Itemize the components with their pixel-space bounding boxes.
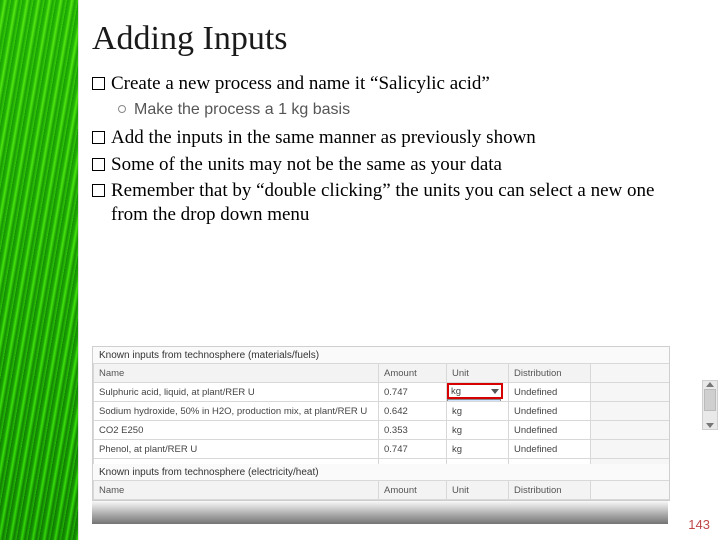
table-row[interactable]: Sulphuric acid, liquid, at plant/RER U 0…: [94, 383, 669, 402]
square-bullet-icon: [92, 184, 105, 197]
bullet-1-text: Create a new process and name it “Salicy…: [111, 72, 692, 96]
inputs-grid-section-2: Known inputs from technosphere (electric…: [92, 464, 670, 501]
cell-dist[interactable]: Undefined: [509, 421, 591, 440]
cell-dist[interactable]: Undefined: [509, 383, 591, 402]
cell-dist[interactable]: Undefined: [509, 440, 591, 459]
crop-fade: [92, 500, 668, 524]
table-row[interactable]: Phenol, at plant/RER U 0.747 kg Undefine…: [94, 440, 669, 459]
subbullet-1: Make the process a 1 kg basis: [118, 100, 692, 120]
scroll-up-icon[interactable]: [706, 382, 714, 387]
square-bullet-icon: [92, 77, 105, 90]
circle-bullet-icon: [118, 105, 126, 113]
bullet-3: Some of the units may not be the same as…: [92, 153, 692, 177]
col-amount[interactable]: Amount: [379, 364, 447, 383]
bullet-4: Remember that by “double clicking” the u…: [92, 179, 692, 227]
cell-name[interactable]: CO2 E250: [94, 421, 379, 440]
scroll-thumb[interactable]: [704, 389, 716, 411]
sidebar-grass-image: [0, 0, 79, 540]
cell-amount[interactable]: 0.642: [379, 402, 447, 421]
cell-unit[interactable]: kg kg ton lb oz g bush: [447, 383, 509, 402]
cell-amount[interactable]: 0.747: [379, 383, 447, 402]
cell-name[interactable]: Phenol, at plant/RER U: [94, 440, 379, 459]
cell-amount[interactable]: 0.353: [379, 421, 447, 440]
bullet-2-text: Add the inputs in the same manner as pre…: [111, 126, 692, 150]
cell-amount[interactable]: 0.747: [379, 440, 447, 459]
unit-selected: kg: [451, 386, 461, 397]
scroll-down-icon[interactable]: [706, 423, 714, 428]
unit-option[interactable]: kg: [448, 400, 500, 402]
cell-unit[interactable]: kg: [447, 421, 509, 440]
col-name[interactable]: Name: [94, 364, 379, 383]
inputs-table-2: Name Amount Unit Distribution: [93, 480, 669, 500]
bullet-3-text: Some of the units may not be the same as…: [111, 153, 692, 177]
section2-label: Known inputs from technosphere (electric…: [93, 464, 669, 480]
cell-unit[interactable]: kg: [447, 440, 509, 459]
slide-title: Adding Inputs: [92, 20, 692, 58]
cell-dist[interactable]: Undefined: [509, 402, 591, 421]
table-row[interactable]: Sodium hydroxide, 50% in H2O, production…: [94, 402, 669, 421]
page-number: 143: [688, 517, 710, 532]
col-unit[interactable]: Unit: [447, 481, 509, 500]
col-unit[interactable]: Unit: [447, 364, 509, 383]
cell-unit[interactable]: kg: [447, 402, 509, 421]
table-row[interactable]: CO2 E250 0.353 kg Undefined: [94, 421, 669, 440]
table-header-row: Name Amount Unit Distribution: [94, 481, 670, 500]
col-dist[interactable]: Distribution: [509, 364, 591, 383]
chevron-down-icon[interactable]: [491, 389, 499, 394]
col-name[interactable]: Name: [94, 481, 379, 500]
table-header-row: Name Amount Unit Distribution: [94, 364, 669, 383]
bullet-list: Create a new process and name it “Salicy…: [92, 72, 692, 227]
square-bullet-icon: [92, 131, 105, 144]
cell-name[interactable]: Sodium hydroxide, 50% in H2O, production…: [94, 402, 379, 421]
unit-dropdown-highlight[interactable]: kg: [447, 383, 503, 399]
bullet-4-text: Remember that by “double clicking” the u…: [111, 179, 692, 227]
col-amount[interactable]: Amount: [379, 481, 447, 500]
vertical-scrollbar[interactable]: [702, 380, 718, 430]
square-bullet-icon: [92, 158, 105, 171]
bullet-1: Create a new process and name it “Salicy…: [92, 72, 692, 96]
bullet-2: Add the inputs in the same manner as pre…: [92, 126, 692, 150]
subbullet-1-text: Make the process a 1 kg basis: [134, 101, 350, 118]
unit-dropdown-list[interactable]: kg ton lb oz g bush: [447, 399, 501, 402]
col-dist[interactable]: Distribution: [509, 481, 591, 500]
section1-label: Known inputs from technosphere (material…: [93, 347, 669, 363]
cell-name[interactable]: Sulphuric acid, liquid, at plant/RER U: [94, 383, 379, 402]
